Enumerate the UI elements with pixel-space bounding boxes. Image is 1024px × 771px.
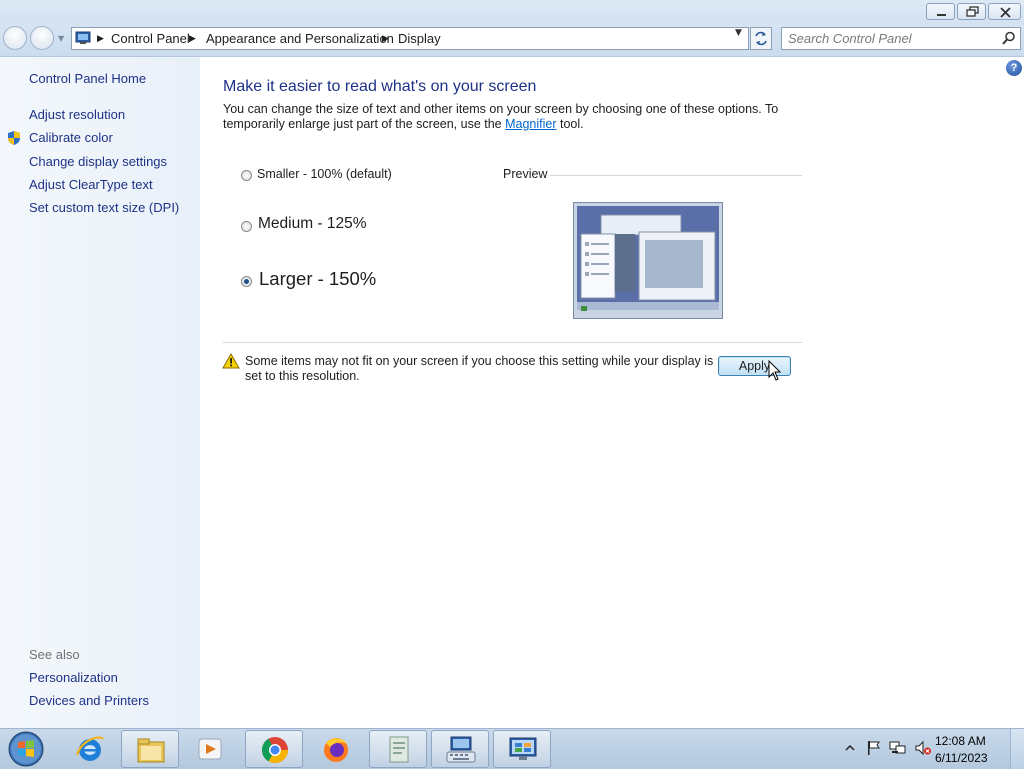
search-box[interactable] — [781, 27, 1021, 50]
option-smaller-radio[interactable] — [241, 170, 252, 181]
taskbar-keyboard-settings[interactable] — [431, 730, 489, 768]
taskbar-chrome[interactable] — [245, 730, 303, 768]
search-icon[interactable] — [1002, 31, 1016, 46]
taskbar-control-panel[interactable] — [493, 730, 551, 768]
internet-explorer-icon — [75, 736, 104, 761]
control-panel-icon — [509, 737, 537, 760]
control-panel-icon — [75, 31, 91, 44]
intro-text-end: tool. — [556, 117, 584, 131]
minimize-icon — [937, 14, 946, 16]
firefox-icon — [324, 738, 348, 762]
minimize-button[interactable] — [926, 3, 955, 20]
restore-button[interactable] — [957, 3, 986, 20]
calibrate-color-link[interactable]: Calibrate color — [29, 130, 113, 145]
task-pane: Control Panel Home Adjust resolution Cal… — [0, 57, 200, 728]
media-player-icon — [198, 738, 222, 760]
warning-icon — [222, 353, 240, 369]
adjust-resolution-link[interactable]: Adjust resolution — [29, 107, 125, 122]
close-button[interactable] — [988, 3, 1021, 20]
taskbar-firefox[interactable] — [307, 730, 365, 768]
show-desktop-button[interactable] — [1010, 729, 1024, 769]
show-hidden-icons-icon[interactable] — [845, 743, 855, 753]
breadcrumb-display[interactable]: Display — [398, 31, 441, 46]
display-preview-image — [573, 202, 723, 319]
option-medium-label[interactable]: Medium - 125% — [258, 215, 367, 233]
control-panel-home-link[interactable]: Control Panel Home — [29, 71, 146, 86]
forward-button[interactable] — [30, 26, 54, 50]
clock-time[interactable]: 12:08 AM — [935, 734, 986, 748]
taskbar-media-player[interactable] — [181, 730, 239, 768]
intro-text-start: You can change the size of text and othe… — [223, 102, 779, 131]
windows-start-orb-icon — [8, 731, 44, 767]
document-icon — [389, 736, 409, 763]
search-input[interactable] — [788, 31, 993, 46]
address-dropdown-icon[interactable]: ▼ — [735, 28, 742, 38]
breadcrumb-separator-icon[interactable]: ▶ — [189, 34, 196, 44]
main-content: ? Make it easier to read what's on your … — [200, 57, 1024, 728]
breadcrumb-appearance[interactable]: Appearance and Personalization — [206, 31, 394, 46]
mouse-pointer-icon — [768, 360, 782, 381]
magnifier-link[interactable]: Magnifier — [505, 117, 556, 131]
preview-label: Preview — [503, 167, 548, 181]
back-button[interactable] — [3, 26, 27, 50]
recent-pages-chevron-icon[interactable]: ▼ — [58, 34, 64, 43]
taskbar: 12:08 AM 6/11/2023 — [0, 728, 1024, 769]
close-icon — [1000, 7, 1011, 18]
chrome-icon — [261, 737, 289, 764]
breadcrumb-separator-icon[interactable]: ▶ — [97, 34, 104, 44]
restore-icon — [966, 6, 979, 17]
option-larger-label[interactable]: Larger - 150% — [259, 268, 376, 290]
change-display-settings-link[interactable]: Change display settings — [29, 154, 167, 169]
address-bar[interactable]: ▶ Control Panel ▶ Appearance and Persona… — [71, 27, 749, 50]
system-tray — [838, 729, 1024, 769]
personalization-link[interactable]: Personalization — [29, 670, 118, 685]
uac-shield-icon — [8, 131, 20, 145]
refresh-icon — [755, 31, 767, 46]
option-smaller-label[interactable]: Smaller - 100% (default) — [257, 167, 392, 181]
volume-muted-icon[interactable] — [914, 740, 932, 756]
clock-date[interactable]: 6/11/2023 — [935, 751, 988, 765]
breadcrumb-control-panel[interactable]: Control Panel — [111, 31, 190, 46]
taskbar-document[interactable] — [369, 730, 427, 768]
window-title-bar — [0, 0, 1024, 24]
adjust-cleartype-link[interactable]: Adjust ClearType text — [29, 177, 153, 192]
section-divider — [223, 342, 802, 343]
action-center-flag-icon[interactable] — [866, 740, 882, 756]
intro-text: You can change the size of text and othe… — [223, 102, 783, 132]
windows-explorer-icon — [137, 738, 165, 763]
start-button[interactable] — [4, 730, 48, 768]
see-also-heading: See also — [29, 647, 80, 662]
network-icon[interactable] — [889, 740, 907, 756]
taskbar-internet-explorer[interactable] — [61, 730, 119, 768]
set-custom-text-size-link[interactable]: Set custom text size (DPI) — [29, 200, 179, 215]
devices-and-printers-link[interactable]: Devices and Printers — [29, 693, 149, 708]
breadcrumb-separator-icon[interactable]: ▶ — [382, 34, 389, 44]
warning-text: Some items may not fit on your screen if… — [245, 354, 714, 383]
keyboard-settings-icon — [446, 736, 476, 763]
option-larger-radio[interactable] — [241, 276, 252, 287]
help-icon[interactable]: ? — [1006, 60, 1022, 76]
preview-divider — [550, 175, 802, 176]
refresh-button[interactable] — [750, 27, 772, 50]
taskbar-windows-explorer[interactable] — [121, 730, 179, 768]
option-medium-radio[interactable] — [241, 221, 252, 232]
page-title: Make it easier to read what's on your sc… — [223, 78, 537, 95]
